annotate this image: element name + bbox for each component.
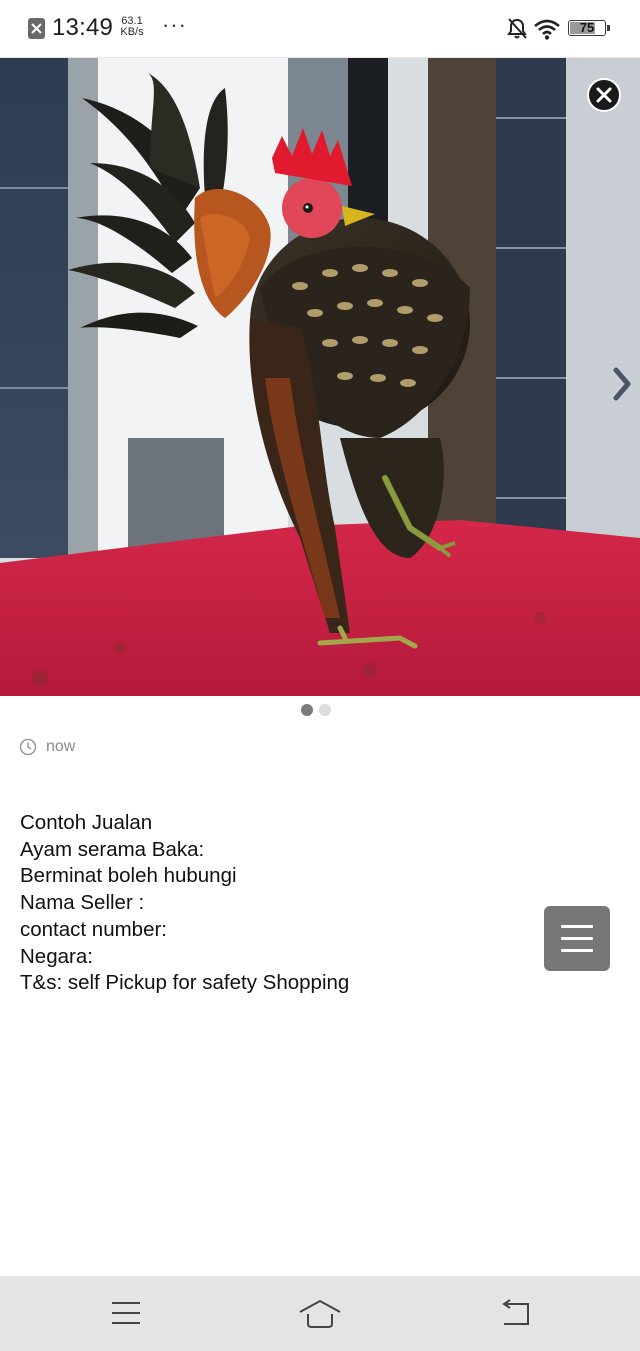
clock-icon	[19, 738, 37, 756]
description-line: Berminat boleh hubungi	[20, 864, 237, 888]
bell-off-icon	[507, 18, 527, 39]
post-description: Contoh Jualan Ayam serama Baka: Berminat…	[20, 810, 500, 997]
home-icon[interactable]	[298, 1298, 342, 1330]
rooster-photo	[0, 58, 640, 696]
network-speed-unit: KB/s	[120, 26, 144, 38]
battery-tip	[607, 25, 610, 31]
back-icon[interactable]	[498, 1298, 532, 1328]
status-time: 13:49	[52, 14, 114, 41]
close-button[interactable]	[587, 78, 621, 112]
description-line: Contoh Jualan	[20, 811, 153, 834]
notification-dismiss-icon	[28, 18, 45, 39]
timestamp-text: now	[46, 738, 76, 755]
post-image[interactable]	[0, 58, 640, 696]
more-notifications-indicator: ···	[162, 12, 187, 37]
description-line: Nama Seller :	[20, 891, 145, 915]
battery-percent: 75	[579, 20, 595, 35]
next-image-arrow-icon[interactable]	[610, 366, 634, 402]
description-line: T&s: self Pickup for safety Shopping	[20, 971, 350, 995]
network-speed: 63.1 KB/s	[117, 16, 147, 38]
menu-button[interactable]	[544, 906, 610, 971]
wifi-icon	[534, 19, 560, 40]
menu-icon[interactable]	[110, 1298, 142, 1328]
battery-icon: 75	[568, 20, 610, 36]
description-line: Ayam serama Baka:	[20, 837, 205, 861]
description-line: contact number:	[20, 917, 167, 941]
close-icon	[596, 87, 612, 103]
pager-dot[interactable]	[319, 704, 331, 716]
status-bar: 13:49 63.1 KB/s ··· 75	[0, 0, 640, 58]
image-pager	[0, 704, 640, 718]
pager-dot[interactable]	[301, 704, 313, 716]
system-nav-bar	[0, 1276, 640, 1351]
description-line: Negara:	[20, 944, 93, 968]
